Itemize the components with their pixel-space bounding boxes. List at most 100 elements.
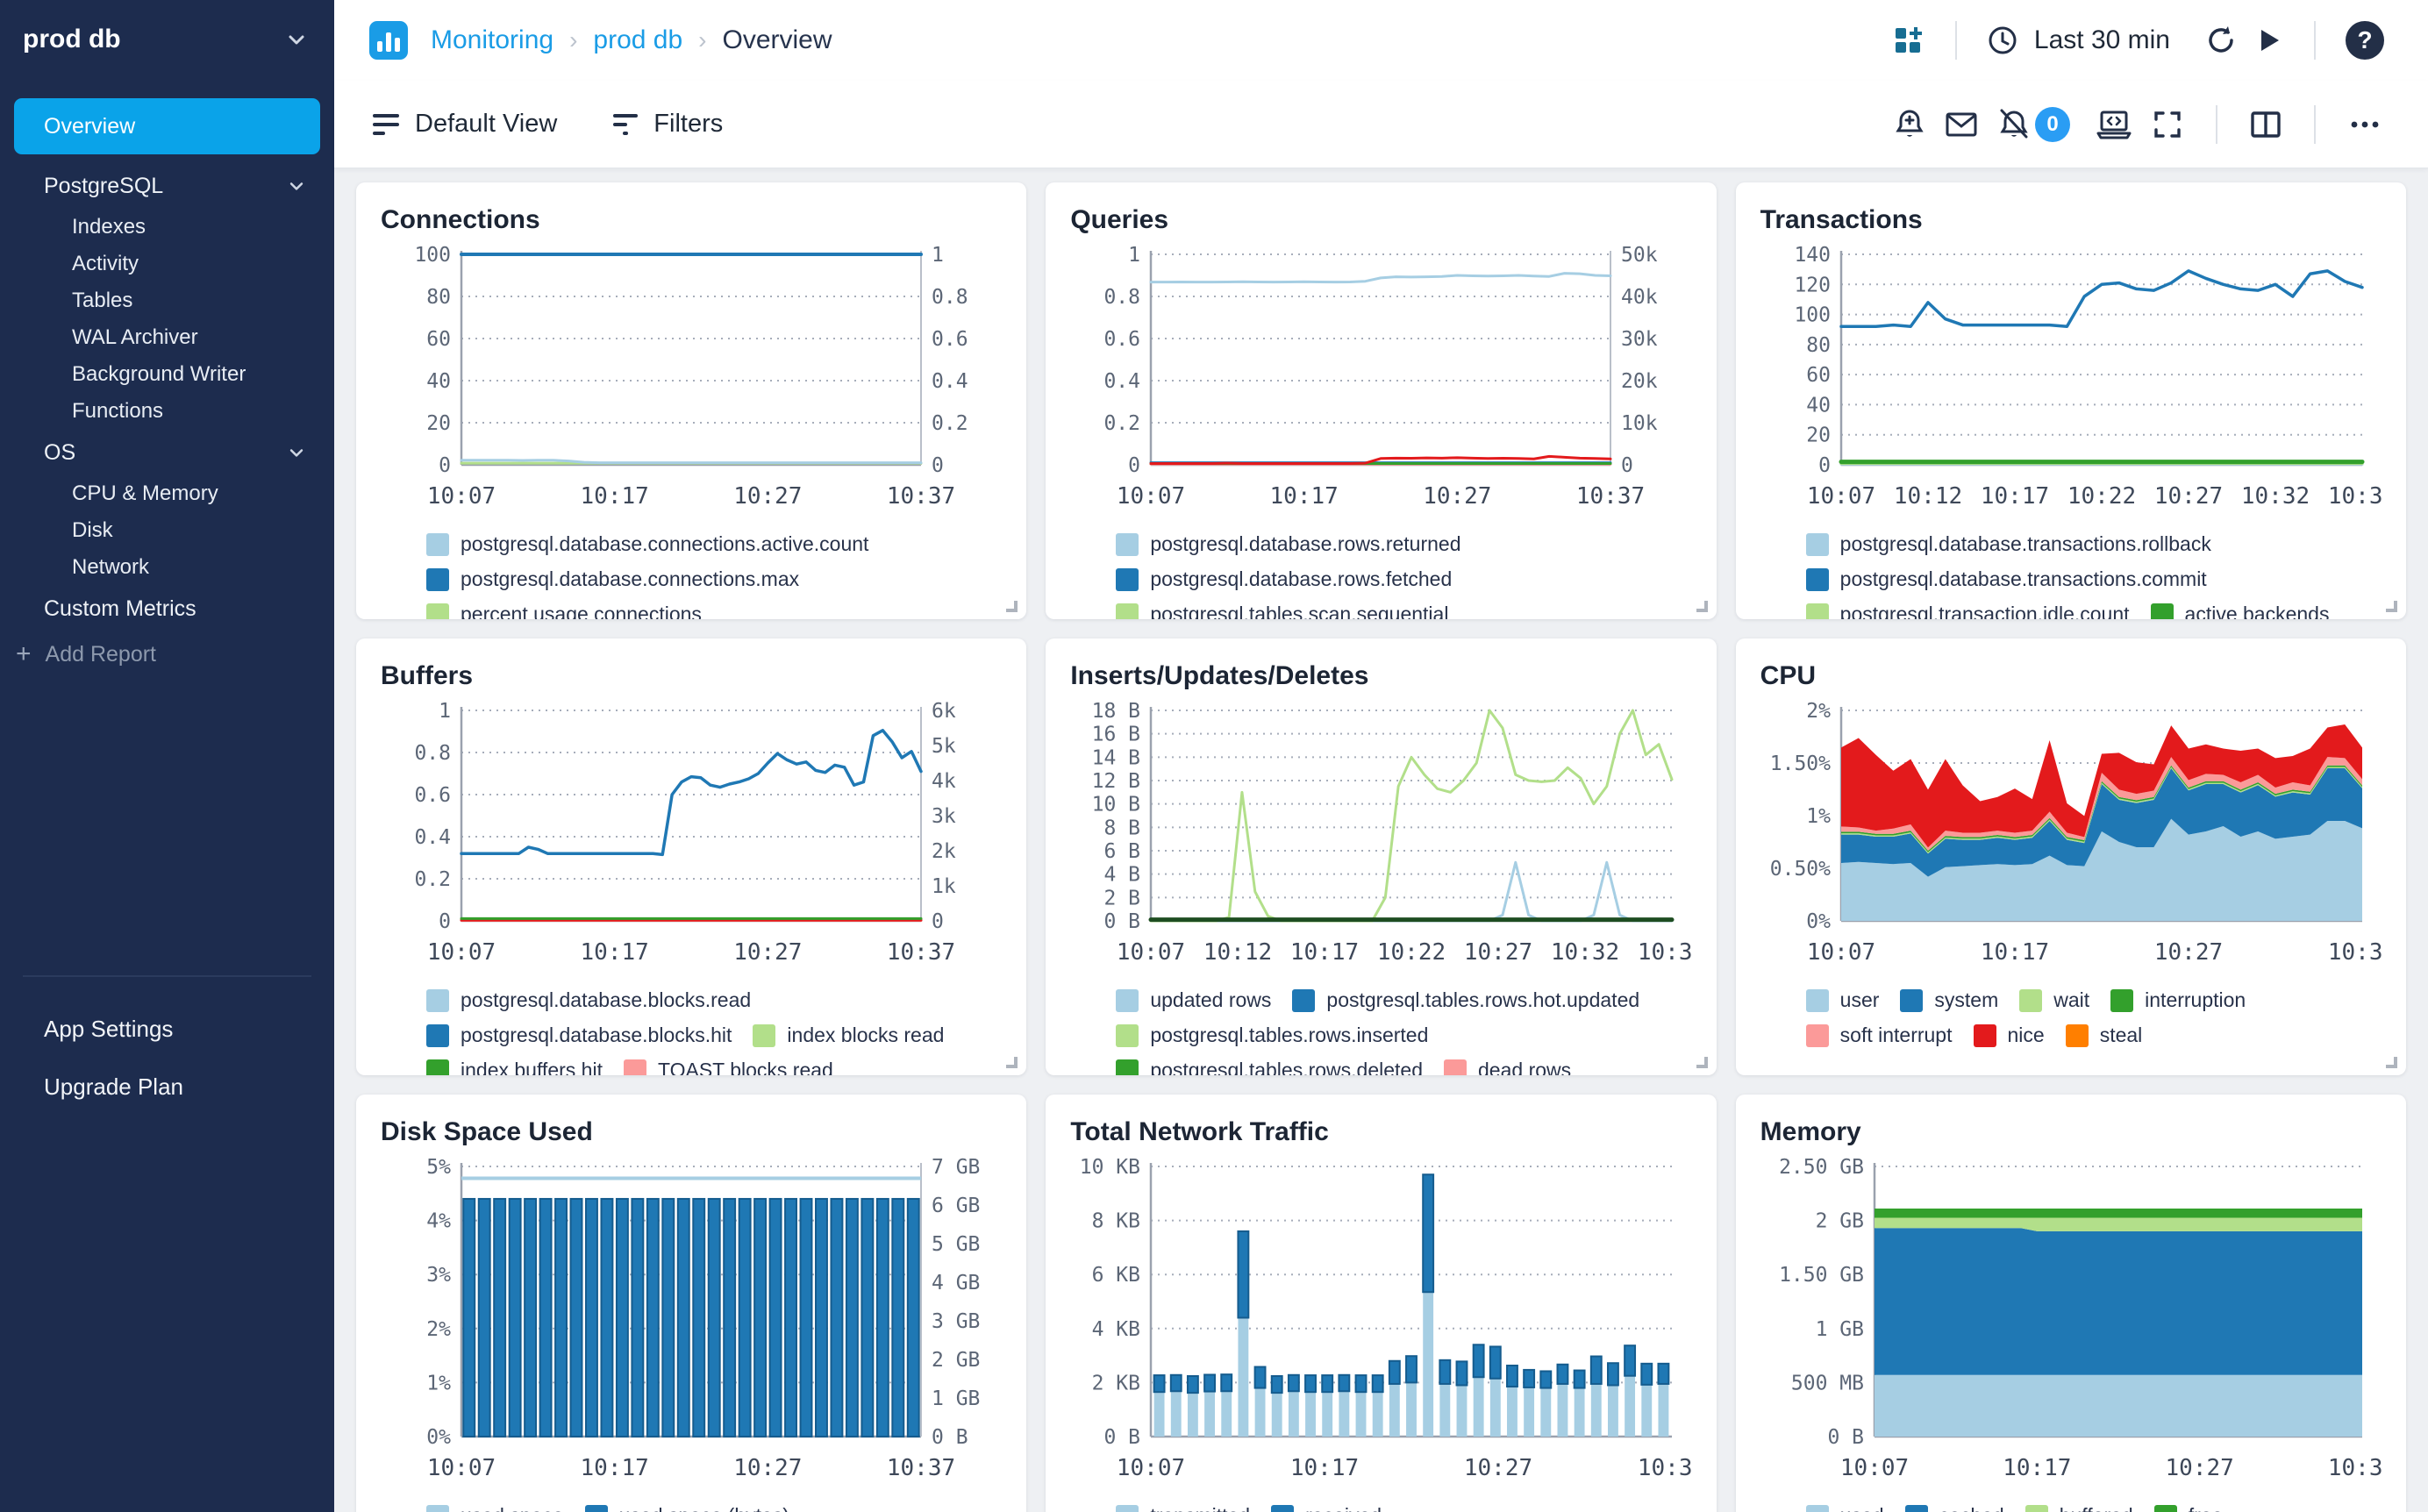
legend-item-index-blocks-read[interactable]: index blocks read (753, 1023, 944, 1047)
sidebar-item-custom-metrics[interactable]: Custom Metrics (0, 586, 334, 631)
legend-item-buffered[interactable]: buffered (2025, 1504, 2133, 1512)
help-icon[interactable]: ? (2339, 14, 2391, 67)
legend-item-postgresql-database-connections-max[interactable]: postgresql.database.connections.max (426, 567, 799, 591)
svg-text:1%: 1% (426, 1372, 451, 1394)
sidebar-item-wal-archiver[interactable]: WAL Archiver (0, 319, 334, 356)
legend-item-received[interactable]: received (1271, 1504, 1382, 1512)
sidebar-item-cpu-memory[interactable]: CPU & Memory (0, 475, 334, 512)
legend-item-postgresql-database-connections-active-count[interactable]: postgresql.database.connections.active.c… (426, 532, 868, 556)
legend-item-percent-usage-connections[interactable]: percent usage connections (426, 603, 702, 619)
database-selector[interactable]: prod db (0, 25, 334, 54)
legend-item-postgresql-tables-rows-deleted[interactable]: postgresql.tables.rows.deleted (1116, 1059, 1423, 1075)
svg-text:10:17: 10:17 (1981, 483, 2049, 510)
legend-item-wait[interactable]: wait (2019, 988, 2089, 1012)
dashboard-grid-add-icon[interactable] (1883, 16, 1932, 65)
sidebar-footer: App Settings Upgrade Plan (0, 1000, 334, 1116)
time-range-picker[interactable]: Last 30 min (1985, 23, 2170, 58)
sidebar-item-background-writer[interactable]: Background Writer (0, 356, 334, 393)
fullscreen-icon[interactable] (2142, 99, 2193, 150)
sidebar-item-tables[interactable]: Tables (0, 282, 334, 319)
play-icon[interactable] (2246, 18, 2291, 63)
chart-legend: used space used space (bytes) (381, 1504, 1002, 1512)
split-columns-icon[interactable] (2240, 99, 2291, 150)
legend-item-postgresql-database-transactions-commit[interactable]: postgresql.database.transactions.commit (1805, 567, 2207, 591)
legend-item-postgresql-tables-rows-hot-updated[interactable]: postgresql.tables.rows.hot.updated (1292, 988, 1639, 1012)
legend-item-postgresql-database-rows-returned[interactable]: postgresql.database.rows.returned (1116, 532, 1460, 556)
legend-item-toast-blocks-read[interactable]: TOAST blocks read (623, 1059, 833, 1075)
svg-text:60: 60 (1806, 364, 1831, 387)
legend-item-transmitted[interactable]: transmitted (1116, 1504, 1250, 1512)
breadcrumb-monitoring[interactable]: Monitoring (431, 25, 553, 55)
legend-item-system[interactable]: system (1900, 988, 1998, 1012)
legend-item-steal[interactable]: steal (2065, 1023, 2142, 1047)
legend-item-postgresql-database-rows-fetched[interactable]: postgresql.database.rows.fetched (1116, 567, 1452, 591)
legend-item-used-space[interactable]: used space (426, 1504, 564, 1512)
sidebar-item-os[interactable]: OS (0, 430, 334, 475)
resize-handle[interactable] (1006, 1057, 1018, 1068)
breadcrumb-prod-db[interactable]: prod db (593, 25, 682, 55)
svg-text:80: 80 (426, 286, 451, 309)
legend-item-dead-rows[interactable]: dead rows (1444, 1059, 1571, 1075)
legend-item-postgresql-tables-scan-sequential[interactable]: postgresql.tables.scan.sequential (1116, 603, 1448, 619)
legend-item-postgresql-database-blocks-hit[interactable]: postgresql.database.blocks.hit (426, 1023, 732, 1047)
svg-text:2%: 2% (1806, 700, 1831, 723)
svg-text:10:27: 10:27 (1424, 483, 1492, 510)
filters-button[interactable]: Filters (613, 110, 723, 139)
legend-item-cached[interactable]: cached (1904, 1504, 2004, 1512)
sidebar-item-activity[interactable]: Activity (0, 246, 334, 282)
legend-item-active-backends[interactable]: active backends (2150, 603, 2329, 619)
legend-swatch (426, 603, 449, 619)
chart-legend: postgresql.database.transactions.rollbac… (1760, 532, 2382, 619)
chart-title: Buffers (381, 661, 474, 690)
alerts-muted-icon[interactable] (1988, 98, 2040, 151)
legend-item-postgresql-tables-rows-inserted[interactable]: postgresql.tables.rows.inserted (1116, 1023, 1428, 1047)
more-options-icon[interactable] (2339, 98, 2391, 151)
svg-text:10:07: 10:07 (427, 1455, 496, 1481)
sidebar-item-disk[interactable]: Disk (0, 512, 334, 549)
legend-item-nice[interactable]: nice (1973, 1023, 2045, 1047)
svg-text:1: 1 (1128, 244, 1140, 267)
sidebar-item-indexes[interactable]: Indexes (0, 209, 334, 246)
legend-item-soft-interrupt[interactable]: soft interrupt (1805, 1023, 1953, 1047)
legend-item-interruption[interactable]: interruption (2110, 988, 2246, 1012)
refresh-icon[interactable] (2196, 16, 2246, 65)
bar1 (377, 41, 382, 52)
sidebar-item-functions[interactable]: Functions (0, 393, 334, 430)
legend-label: cached (1939, 1504, 2004, 1512)
svg-text:0.50%: 0.50% (1769, 858, 1830, 881)
resize-handle[interactable] (1006, 601, 1018, 612)
resize-handle[interactable] (1696, 1057, 1708, 1068)
alert-add-icon[interactable] (1884, 99, 1935, 150)
sidebar-item-upgrade-plan[interactable]: Upgrade Plan (0, 1058, 334, 1116)
legend-swatch (1973, 1023, 1996, 1047)
legend-item-index-buffers-hit[interactable]: index buffers hit (426, 1059, 603, 1075)
queries-chart: 0 0.2 0.4 0.6 0.8 1 0 10k 20k 30k 40k 50k 10:07 10:17… (1104, 244, 1658, 510)
resize-handle[interactable] (2385, 1057, 2397, 1068)
sidebar-item-add-report[interactable]: + Add Report (0, 631, 334, 677)
chart-title: Transactions (1760, 205, 1923, 234)
legend-swatch (426, 532, 449, 556)
sidebar-item-label: Overview (44, 113, 136, 139)
svg-text:2 GB: 2 GB (1815, 1210, 1863, 1233)
sidebar-item-network[interactable]: Network (0, 549, 334, 586)
sidebar-item-app-settings[interactable]: App Settings (0, 1000, 334, 1058)
legend-item-used-space-bytes[interactable]: used space (bytes) (584, 1504, 789, 1512)
legend-item-postgresql-database-transactions-rollback[interactable]: postgresql.database.transactions.rollbac… (1805, 532, 2211, 556)
resize-handle[interactable] (1696, 601, 1708, 612)
svg-text:0: 0 (439, 454, 451, 477)
legend-item-user[interactable]: user (1805, 988, 1879, 1012)
sidebar: prod db Overview PostgreSQL Indexes Activit… (0, 0, 334, 1512)
legend-item-updated-rows[interactable]: updated rows (1116, 988, 1271, 1012)
email-icon[interactable] (1935, 98, 1988, 151)
legend-item-postgresql-database-blocks-read[interactable]: postgresql.database.blocks.read (426, 988, 751, 1012)
svg-text:0.6: 0.6 (932, 328, 968, 351)
sidebar-item-postgresql[interactable]: PostgreSQL (0, 163, 334, 209)
laptop-code-icon[interactable] (2086, 98, 2142, 151)
legend-item-postgresql-transaction-idle-count[interactable]: postgresql.transaction.idle.count (1805, 603, 2130, 619)
legend-item-free[interactable]: free (2153, 1504, 2223, 1512)
default-view-button[interactable]: Default View (373, 110, 557, 139)
legend-item-used[interactable]: used (1805, 1504, 1884, 1512)
svg-text:10:07: 10:07 (1117, 1455, 1185, 1481)
resize-handle[interactable] (2385, 601, 2397, 612)
sidebar-item-overview[interactable]: Overview (14, 98, 320, 154)
